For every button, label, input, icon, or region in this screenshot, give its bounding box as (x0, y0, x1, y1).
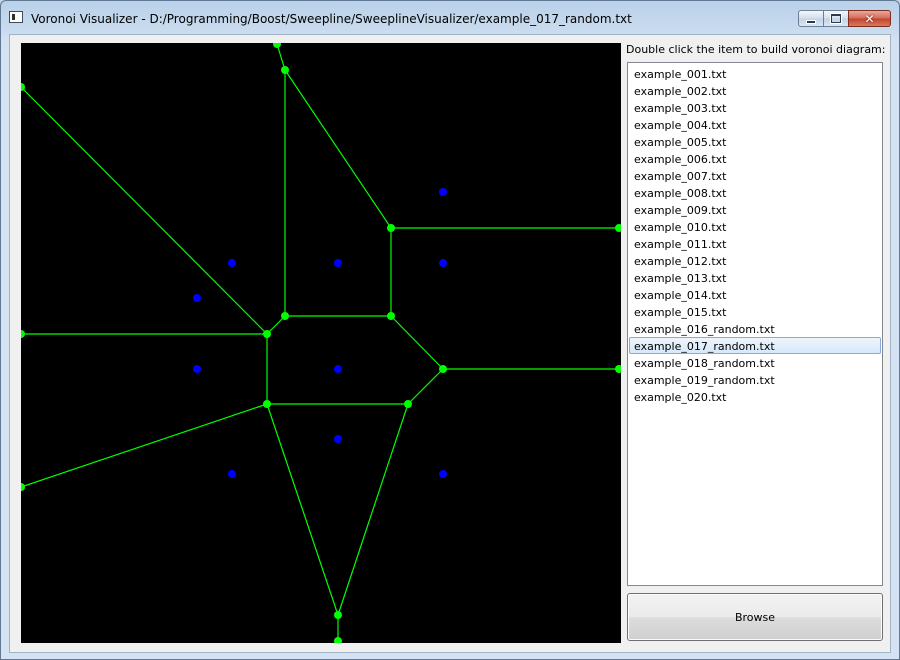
voronoi-site (228, 259, 236, 267)
app-window-icon (9, 11, 23, 23)
file-list-item[interactable]: example_012.txt (629, 252, 881, 269)
voronoi-edge (284, 69, 392, 229)
voronoi-site (334, 259, 342, 267)
voronoi-site (334, 365, 342, 373)
file-list-item[interactable]: example_007.txt (629, 167, 881, 184)
voronoi-site (193, 294, 201, 302)
caption-buttons: ✕ (798, 10, 891, 27)
file-list[interactable]: example_001.txt example_002.txt example_00… (627, 62, 883, 586)
minimize-button[interactable] (798, 10, 824, 27)
file-list-items: example_001.txt example_002.txt example_00… (628, 63, 882, 405)
file-list-item[interactable]: example_013.txt (629, 269, 881, 286)
file-list-item[interactable]: example_020.txt (629, 388, 881, 405)
voronoi-vertex (387, 224, 395, 232)
voronoi-edge (407, 368, 444, 405)
client-area: Double click the item to build voronoi d… (9, 34, 891, 653)
voronoi-edge (266, 403, 339, 616)
voronoi-site (228, 470, 236, 478)
voronoi-vertex (21, 330, 25, 338)
file-list-item[interactable]: example_011.txt (629, 235, 881, 252)
voronoi-edge (276, 43, 286, 71)
voronoi-vertex (273, 43, 281, 48)
voronoi-vertex (334, 611, 342, 619)
close-button[interactable]: ✕ (848, 10, 891, 27)
title-bar[interactable]: Voronoi Visualizer - D:/Programming/Boos… (1, 1, 899, 35)
file-list-item[interactable]: example_008.txt (629, 184, 881, 201)
voronoi-vertex (387, 312, 395, 320)
voronoi-vertex (281, 66, 289, 74)
file-list-item[interactable]: example_002.txt (629, 82, 881, 99)
close-icon: ✕ (864, 11, 875, 26)
file-list-item[interactable]: example_004.txt (629, 116, 881, 133)
file-list-item[interactable]: example_003.txt (629, 99, 881, 116)
voronoi-vertex (404, 400, 412, 408)
file-list-item[interactable]: example_015.txt (629, 303, 881, 320)
file-list-item[interactable]: example_016_random.txt (629, 320, 881, 337)
voronoi-vertex (439, 365, 447, 373)
file-list-item[interactable]: example_009.txt (629, 201, 881, 218)
voronoi-site (439, 259, 447, 267)
voronoi-vertex (615, 365, 621, 373)
voronoi-edge (337, 403, 409, 616)
voronoi-canvas[interactable] (21, 43, 621, 643)
voronoi-vertex (281, 312, 289, 320)
voronoi-site (439, 188, 447, 196)
file-list-item[interactable]: example_005.txt (629, 133, 881, 150)
instruction-label: Double click the item to build voronoi d… (626, 43, 886, 56)
voronoi-site (193, 365, 201, 373)
file-list-item[interactable]: example_014.txt (629, 286, 881, 303)
minimize-icon (806, 19, 816, 24)
file-list-item[interactable]: example_006.txt (629, 150, 881, 167)
file-list-item[interactable]: example_017_random.txt (629, 337, 881, 354)
maximize-icon (831, 14, 841, 23)
voronoi-edge (390, 315, 444, 370)
voronoi-vertex (263, 400, 271, 408)
file-list-item[interactable]: example_018_random.txt (629, 354, 881, 371)
voronoi-site (334, 435, 342, 443)
maximize-button[interactable] (823, 10, 849, 27)
voronoi-vertex (263, 330, 271, 338)
voronoi-vertex (21, 483, 25, 491)
voronoi-site (439, 470, 447, 478)
file-list-item[interactable]: example_010.txt (629, 218, 881, 235)
voronoi-diagram (21, 43, 621, 643)
file-list-item[interactable]: example_019_random.txt (629, 371, 881, 388)
app-window: Voronoi Visualizer - D:/Programming/Boos… (0, 0, 900, 660)
file-list-item[interactable]: example_001.txt (629, 65, 881, 82)
voronoi-vertex (334, 637, 342, 643)
voronoi-vertex (615, 224, 621, 232)
window-title: Voronoi Visualizer - D:/Programming/Boos… (31, 12, 632, 26)
voronoi-edge (21, 86, 268, 335)
browse-button[interactable]: Browse (627, 593, 883, 641)
